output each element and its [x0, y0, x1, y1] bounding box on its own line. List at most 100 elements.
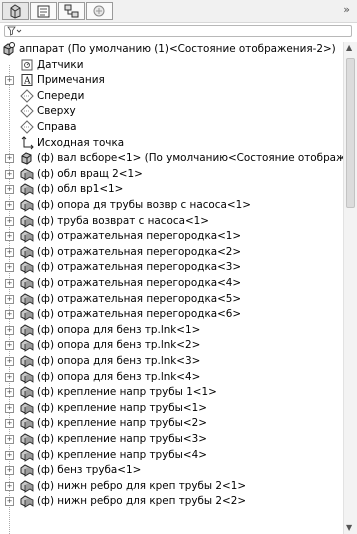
tree-item[interactable]: + (ф) нижн ребро для креп трубы 2<1>	[0, 479, 343, 494]
expand-toggle-icon[interactable]: +	[5, 450, 14, 460]
scroll-up-arrow-icon[interactable]: ▲	[346, 43, 352, 52]
filter-input[interactable]	[4, 25, 352, 37]
tree-item-label: (ф) бенз труба<1>	[37, 464, 142, 477]
expand-toggle-icon[interactable]: +	[5, 325, 14, 335]
expand-toggle-icon[interactable]: +	[5, 279, 14, 288]
expand-toggle-icon[interactable]: +	[5, 403, 14, 413]
assembly-icon	[21, 152, 32, 165]
expand-toggle-icon[interactable]: +	[5, 466, 14, 476]
expand-toggle-icon[interactable]: +	[5, 435, 14, 444]
tree-item-label: (ф) крепление напр трубы<3>	[37, 433, 207, 445]
tree-item[interactable]: + (ф) обл вр1<1>	[0, 182, 343, 197]
tree-item-label: (ф) нижн ребро для креп трубы 2<1>	[37, 479, 247, 492]
tree-item-label: (ф) обл вращ 2<1>	[37, 167, 143, 180]
property-manager-icon	[37, 5, 50, 18]
tree-item[interactable]: Спереди	[0, 89, 343, 104]
tree-item[interactable]: + (ф) крепление напр трубы<1>	[0, 401, 343, 416]
tree-item[interactable]: + (ф) опора для бенз тр.lnk<4>	[0, 370, 343, 385]
tree-item[interactable]: + (ф) опора для бенз тр.lnk<3>	[0, 354, 343, 369]
tree-item-label: Примечания	[37, 74, 105, 87]
tree-item[interactable]: + (ф) крепление напр трубы<2>	[0, 416, 343, 431]
feature-manager-toolbar: »	[0, 0, 357, 23]
tree-item-label: (ф) труба возврат с насоса<1>	[37, 214, 209, 227]
more-tabs-button[interactable]: »	[343, 3, 350, 16]
part-icon	[20, 230, 34, 243]
plane-icon	[20, 89, 34, 103]
expand-toggle-icon[interactable]: +	[5, 388, 14, 398]
part-icon	[20, 293, 34, 306]
tree-item[interactable]: + (ф) вал всборе<1> (По умолчанию<Состоян…	[0, 151, 343, 166]
expand-toggle-icon[interactable]: +	[5, 154, 14, 164]
tree-item[interactable]: Датчики	[0, 58, 343, 73]
expand-toggle-icon[interactable]: +	[5, 341, 14, 351]
expand-toggle-icon[interactable]: +	[5, 169, 14, 179]
feature-tree: аппарат (По умолчанию (1)<Состояние отоб…	[0, 42, 343, 534]
expand-toggle-icon[interactable]: +	[5, 294, 14, 304]
expand-toggle-icon[interactable]: +	[5, 263, 14, 273]
scroll-down-arrow-icon[interactable]: ▼	[346, 523, 352, 532]
expand-toggle-icon[interactable]: +	[5, 76, 14, 86]
tree-item[interactable]: + (ф) отражательная перегородка<5>	[0, 292, 343, 307]
tree-item-label: (ф) опора для бенз тр.lnk<1>	[37, 323, 201, 336]
tree-root-item[interactable]: аппарат (По умолчанию (1)<Состояние отоб…	[0, 42, 343, 57]
tree-item[interactable]: Справа	[0, 120, 343, 135]
tree-item[interactable]: + (ф) нижн ребро для креп трубы 2<2>	[0, 494, 343, 509]
expand-toggle-icon[interactable]: +	[5, 481, 14, 491]
tree-item[interactable]: + (ф) опора дя трубы возвр с насоса<1>	[0, 198, 343, 213]
filter-icon[interactable]	[7, 26, 23, 36]
part-icon	[20, 339, 34, 353]
expand-toggle-icon[interactable]: +	[5, 357, 14, 366]
tree-item[interactable]: + (ф) отражательная перегородка<6>	[0, 307, 343, 322]
part-icon	[20, 433, 34, 446]
tab-property-manager[interactable]	[30, 2, 57, 20]
expand-toggle-icon[interactable]: +	[5, 201, 14, 210]
tree-item[interactable]: + A Примечания	[0, 73, 343, 88]
expand-toggle-icon[interactable]: +	[5, 372, 14, 382]
expand-toggle-icon[interactable]: +	[5, 247, 14, 257]
tree-item-label: (ф) нижн ребро для креп трубы 2<2>	[37, 495, 247, 508]
tree-item-label: (ф) обл вр1<1>	[37, 183, 124, 196]
tree-item[interactable]: + (ф) опора для бенз тр.lnk<1>	[0, 323, 343, 338]
origin-icon	[21, 135, 34, 149]
expand-toggle-icon[interactable]: +	[5, 232, 14, 242]
tab-display-manager[interactable]	[86, 2, 113, 20]
expand-toggle-icon[interactable]: +	[5, 497, 14, 507]
tree-item[interactable]: + (ф) отражательная перегородка<4>	[0, 276, 343, 291]
scrollbar-thumb[interactable]	[346, 58, 355, 208]
expand-toggle-icon[interactable]: +	[5, 185, 14, 195]
tree-item[interactable]: Исходная точка	[0, 135, 343, 151]
tree-item-label: (ф) опора для бенз тр.lnk<2>	[37, 339, 201, 352]
tree-item[interactable]: + (ф) отражательная перегородка<3>	[0, 260, 343, 275]
plane-icon	[20, 120, 34, 134]
tree-item[interactable]: + (ф) обл вращ 2<1>	[0, 167, 343, 182]
tree-item[interactable]: + (ф) крепление напр трубы<3>	[0, 432, 343, 447]
tab-configuration-manager[interactable]	[58, 2, 85, 20]
expand-toggle-icon[interactable]: +	[5, 216, 14, 226]
tree-item[interactable]: + (ф) отражательная перегородка<2>	[0, 245, 343, 260]
tree-item[interactable]: + (ф) опора для бенз тр.lnk<2>	[0, 338, 343, 353]
tree-item[interactable]: + (ф) труба возврат с насоса<1>	[0, 214, 343, 229]
tree-item[interactable]: + (ф) крепление напр трубы 1<1>	[0, 385, 343, 400]
tree-item-label: (ф) опора для бенз тр.lnk<3>	[37, 355, 201, 367]
part-icon	[20, 308, 34, 321]
tree-root-label: аппарат (По умолчанию (1)<Состояние отоб…	[19, 43, 336, 55]
part-icon	[20, 371, 34, 384]
tree-item[interactable]: + (ф) бенз труба<1>	[0, 463, 343, 478]
part-icon	[20, 355, 34, 368]
tree-item-label: (ф) крепление напр трубы 1<1>	[37, 386, 217, 399]
tree-item[interactable]: Сверху	[0, 104, 343, 119]
part-icon	[20, 261, 34, 275]
part-icon	[20, 215, 34, 228]
vertical-scrollbar[interactable]: ▲ ▼	[343, 42, 357, 534]
tree-item-label: (ф) отражательная перегородка<1>	[37, 230, 242, 243]
tree-item-label: (ф) отражательная перегородка<3>	[37, 261, 242, 274]
part-icon	[20, 386, 34, 399]
expand-toggle-icon[interactable]: +	[5, 310, 14, 320]
tree-item-label: Исходная точка	[37, 136, 125, 149]
tree-item[interactable]: + (ф) крепление напр трубы<4>	[0, 448, 343, 463]
expand-toggle-icon[interactable]: +	[5, 419, 14, 429]
tree-item-label: (ф) отражательная перегородка<2>	[37, 245, 242, 258]
part-icon	[20, 480, 34, 493]
tree-item[interactable]: + (ф) отражательная перегородка<1>	[0, 229, 343, 244]
tab-feature-manager[interactable]	[2, 2, 29, 20]
